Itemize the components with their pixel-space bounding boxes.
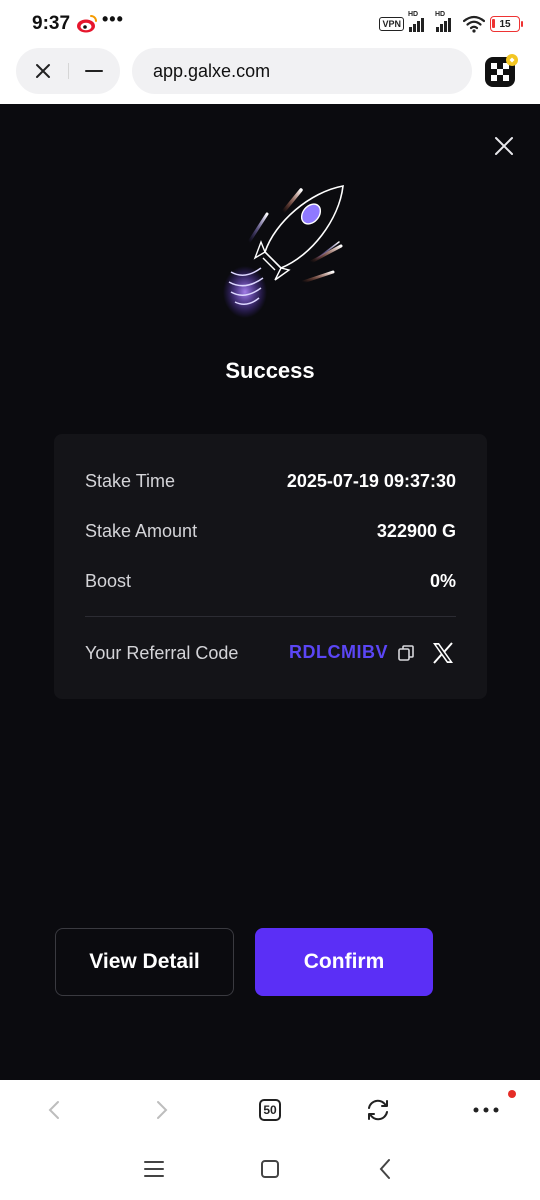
status-time: 9:37: [32, 13, 71, 34]
status-bar: 9:37 ••• VPN HD HD 15: [0, 0, 540, 48]
tabs-button[interactable]: 50: [254, 1094, 286, 1126]
wifi-icon: [463, 15, 485, 33]
rocket-illustration: [223, 185, 344, 318]
back-button[interactable]: [38, 1094, 70, 1126]
stake-time-row: Stake Time 2025-07-19 09:37:30: [85, 469, 456, 493]
tab-controls: [16, 48, 120, 94]
reload-button[interactable]: [362, 1094, 394, 1126]
modal-close-icon[interactable]: [492, 134, 516, 158]
hd-label: HD: [408, 11, 419, 18]
browser-toolbar: app.galxe.com: [0, 48, 540, 104]
more-dots-icon: [473, 1107, 499, 1113]
notification-dot: [508, 1090, 516, 1098]
recent-apps-icon[interactable]: [144, 1160, 164, 1178]
chevron-left-icon: [48, 1101, 59, 1119]
hd-label: HD: [435, 11, 446, 18]
boost-label: Boost: [85, 570, 132, 591]
forward-button[interactable]: [146, 1094, 178, 1126]
stake-info-card: Stake Time 2025-07-19 09:37:30 Stake Amo…: [54, 434, 487, 699]
card-divider: [85, 616, 456, 617]
close-tab-icon[interactable]: [34, 62, 52, 80]
signal-icon: HD: [435, 11, 458, 32]
boost-row: Boost 0%: [85, 569, 456, 593]
stake-amount-label: Stake Amount: [85, 520, 198, 541]
boost-value: 0%: [429, 570, 456, 591]
status-more-dots: •••: [102, 9, 124, 29]
success-title: Success: [225, 358, 315, 383]
url-text: app.galxe.com: [153, 61, 271, 81]
referral-row: Your Referral Code RDLCMIBV: [85, 640, 456, 666]
stake-time-label: Stake Time: [85, 470, 176, 491]
x-share-icon[interactable]: [431, 641, 455, 665]
home-icon[interactable]: [260, 1159, 280, 1179]
signal-icon: HD: [408, 11, 431, 32]
stake-time-value: 2025-07-19 09:37:30: [286, 470, 456, 491]
referral-label: Your Referral Code: [85, 642, 239, 663]
status-indicators: VPN HD HD 15: [379, 11, 523, 36]
divider: [68, 63, 69, 79]
address-bar[interactable]: app.galxe.com: [132, 48, 472, 94]
okx-wallet-extension-icon[interactable]: [484, 53, 518, 87]
confirm-button[interactable]: Confirm: [255, 928, 433, 996]
copy-icon[interactable]: [397, 644, 415, 662]
battery-icon: 15: [490, 16, 523, 32]
stake-amount-row: Stake Amount 322900 G: [85, 519, 456, 543]
browser-bottom-nav: 50: [0, 1080, 540, 1142]
system-back-icon[interactable]: [378, 1158, 392, 1180]
tab-count: 50: [259, 1099, 281, 1121]
battery-level: 15: [499, 18, 511, 30]
view-detail-button[interactable]: View Detail: [55, 928, 234, 996]
minimize-icon[interactable]: [85, 70, 103, 72]
referral-code[interactable]: RDLCMIBV: [289, 642, 388, 663]
weibo-icon: [77, 15, 97, 33]
stake-amount-value: 322900 G: [376, 520, 456, 541]
system-navigation-bar: [0, 1142, 540, 1200]
chevron-right-icon: [157, 1101, 168, 1119]
more-menu-button[interactable]: [470, 1094, 502, 1126]
vpn-badge: VPN: [379, 17, 404, 31]
refresh-icon: [368, 1099, 388, 1121]
